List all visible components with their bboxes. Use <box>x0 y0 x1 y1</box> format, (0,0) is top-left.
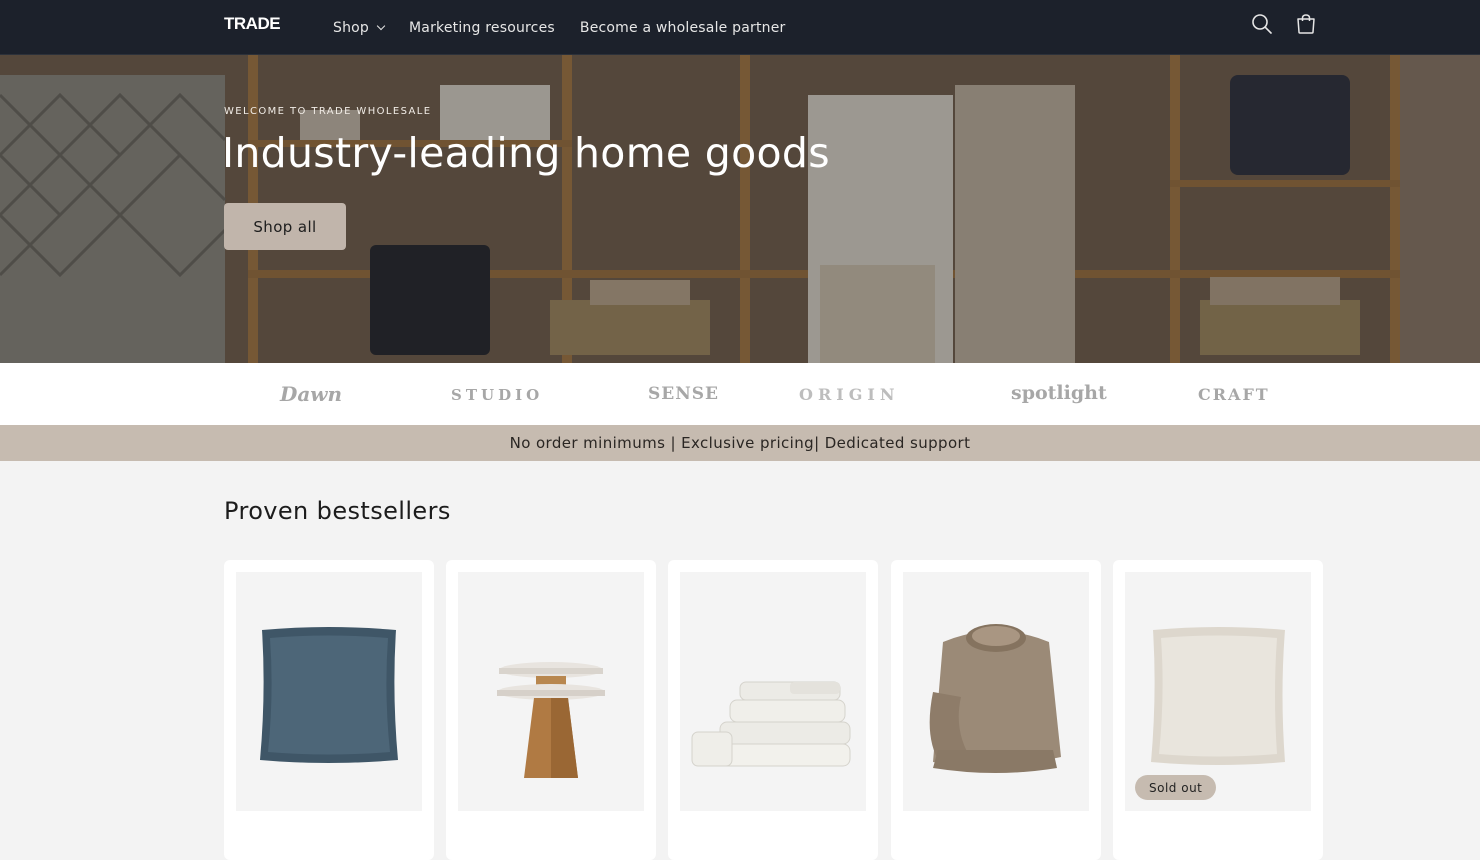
nav-item-marketing-resources[interactable]: Marketing resources <box>409 20 555 36</box>
product-card[interactable]: Sold out <box>1113 560 1323 860</box>
product-card[interactable] <box>891 560 1101 860</box>
brand-logo-sense: SENSE <box>648 384 720 404</box>
hero-title: Industry-leading home goods <box>222 129 830 177</box>
product-image <box>903 572 1089 811</box>
product-image <box>458 572 644 811</box>
towel-stack-image <box>691 681 851 767</box>
product-card[interactable] <box>446 560 656 860</box>
nav-item-become-partner[interactable]: Become a wholesale partner <box>580 20 786 36</box>
nav-item-shop[interactable]: Shop <box>333 19 386 36</box>
section-title: Proven bestsellers <box>224 497 451 525</box>
site-header: TRADE Shop Marketing resources Become a … <box>0 0 1480 55</box>
hero-banner: WELCOME TO TRADE WHOLESALE Industry-lead… <box>0 55 1480 363</box>
nav-item-label: Marketing resources <box>409 19 555 36</box>
shop-all-button[interactable]: Shop all <box>224 203 346 250</box>
brand-logo-origin: ORIGIN <box>799 385 900 404</box>
product-card[interactable] <box>224 560 434 860</box>
sold-out-badge: Sold out <box>1135 775 1217 800</box>
main-nav: Shop Marketing resources Become a wholes… <box>333 0 810 55</box>
nav-item-label: Shop <box>333 19 370 36</box>
product-image: Sold out <box>1125 572 1311 811</box>
sweatshirt-image <box>929 624 1061 773</box>
hero-kicker: WELCOME TO TRADE WHOLESALE <box>224 106 432 117</box>
product-image <box>236 572 422 811</box>
search-icon[interactable] <box>1250 12 1274 36</box>
brand-logo-spotlight: spotlight <box>1011 382 1107 404</box>
brand-logo-craft: CRAFT <box>1198 385 1270 404</box>
blue-pillow-image <box>260 627 398 763</box>
cart-icon[interactable] <box>1294 12 1318 36</box>
nav-item-label: Become a wholesale partner <box>579 19 786 36</box>
product-card[interactable] <box>668 560 878 860</box>
hero-image <box>0 55 1480 363</box>
brand-logo-dawn: Dawn <box>280 382 343 406</box>
site-logo[interactable]: TRADE <box>224 14 281 34</box>
announcement-bar: No order minimums | Exclusive pricing| D… <box>0 425 1480 461</box>
brand-logo-studio: STUDIO <box>451 386 544 404</box>
brand-logos: Dawn STUDIO SENSE ORIGIN spotlight CRAFT <box>0 363 1480 425</box>
product-image <box>680 572 866 811</box>
side-table-image <box>497 662 605 778</box>
chevron-down-icon <box>376 21 386 30</box>
